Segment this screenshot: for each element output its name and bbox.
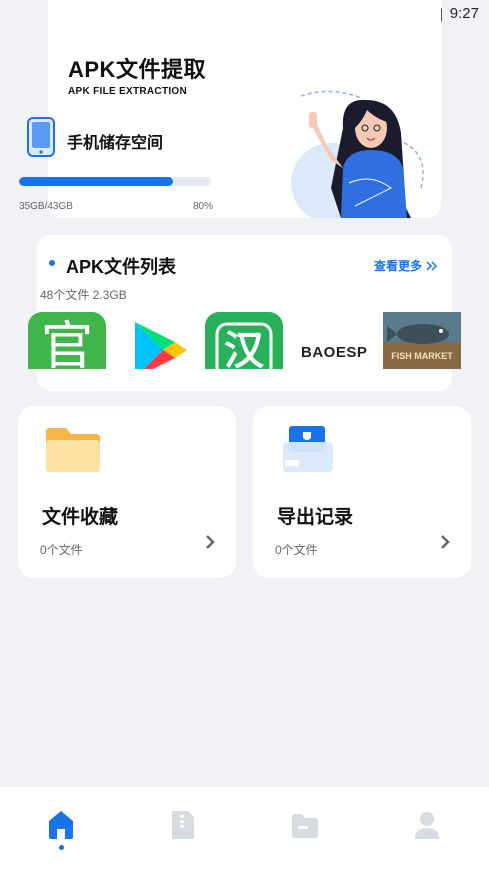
apk-list-title: APK文件列表 bbox=[66, 257, 177, 277]
apk-list-meta: 48个文件 2.3GB bbox=[40, 288, 127, 302]
export-records-count: 0个文件 bbox=[275, 543, 318, 557]
hero-title: APK文件提取 bbox=[68, 57, 206, 82]
storage-progress-fill bbox=[19, 177, 173, 186]
baoesp-text: BAOESP bbox=[301, 344, 367, 361]
view-more-label: 查看更多 bbox=[373, 259, 422, 273]
chevron-right-icon bbox=[441, 535, 450, 549]
phone-icon bbox=[27, 117, 55, 157]
bullet-dot bbox=[49, 260, 55, 266]
folder-icon bbox=[46, 428, 100, 472]
chevron-right-icon bbox=[206, 535, 215, 549]
favorites-card[interactable]: 文件收藏 0个文件 bbox=[18, 406, 236, 578]
user-icon[interactable] bbox=[412, 809, 442, 841]
active-indicator bbox=[59, 845, 64, 850]
guan-app-icon[interactable]: 官 bbox=[28, 312, 106, 369]
bottom-navigation bbox=[0, 787, 489, 869]
storage-progress-bar bbox=[19, 177, 211, 186]
clock: 9:27 bbox=[449, 5, 479, 22]
home-icon[interactable] bbox=[46, 809, 76, 841]
storage-label: 手机储存空间 bbox=[67, 135, 164, 152]
fish-market-text: FISH MARKET bbox=[391, 351, 453, 361]
toolbox-icon bbox=[283, 426, 333, 472]
girl-illustration bbox=[291, 90, 424, 218]
guan-glyph: 官 bbox=[41, 317, 93, 369]
export-records-title: 导出记录 bbox=[277, 507, 354, 528]
han-app-icon[interactable]: 汉 bbox=[205, 312, 283, 369]
google-play-icon[interactable] bbox=[127, 312, 205, 369]
favorites-title: 文件收藏 bbox=[42, 507, 119, 528]
double-chevron-right-icon bbox=[426, 260, 438, 271]
view-more-link[interactable]: 查看更多 bbox=[374, 257, 438, 274]
export-records-card[interactable]: 导出记录 0个文件 bbox=[253, 406, 471, 578]
storage-percent: 80% bbox=[193, 201, 214, 212]
storage-used: 35GB/43GB bbox=[19, 201, 73, 212]
baoesp-icon[interactable]: BAOESP bbox=[298, 312, 376, 369]
favorites-count: 0个文件 bbox=[40, 543, 83, 557]
folder-nav-icon[interactable] bbox=[290, 809, 320, 841]
hero-subtitle: APK FILE EXTRACTION bbox=[68, 86, 188, 97]
fish-market-icon[interactable]: FISH MARKET bbox=[383, 312, 461, 369]
document-icon[interactable] bbox=[168, 809, 198, 841]
han-glyph: 汉 bbox=[224, 328, 265, 369]
